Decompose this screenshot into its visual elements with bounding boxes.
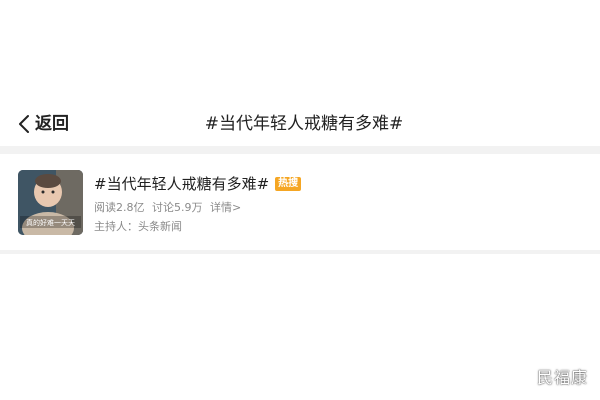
section-divider-bottom xyxy=(0,250,600,254)
topic-host: 主持人：头条新闻 xyxy=(94,219,182,234)
nav-bar: 返回 #当代年轻人戒糖有多难# xyxy=(0,100,600,146)
page-title: #当代年轻人戒糖有多难# xyxy=(204,114,404,134)
thumbnail-caption: 真的好难一天天 xyxy=(26,218,75,227)
host-name[interactable]: 头条新闻 xyxy=(138,220,182,233)
topic-stats: 阅读2.8亿 讨论5.9万 详情> xyxy=(94,200,245,215)
topic-thumbnail[interactable]: 真的好难一天天 xyxy=(18,170,83,235)
topic-title[interactable]: #当代年轻人戒糖有多难# xyxy=(94,174,269,194)
hot-badge: 热搜 xyxy=(275,177,302,191)
section-divider xyxy=(0,146,600,154)
topic-title-row: #当代年轻人戒糖有多难# 热搜 xyxy=(94,174,302,194)
host-label: 主持人： xyxy=(94,220,138,233)
watermark: 民福康 xyxy=(536,368,588,387)
details-link[interactable]: 详情> xyxy=(210,201,241,214)
discussion-count: 讨论5.9万 xyxy=(152,201,203,214)
topic-card[interactable]: 真的好难一天天 #当代年轻人戒糖有多难# 热搜 阅读2.8亿 讨论5.9万 详情… xyxy=(0,154,600,250)
read-count: 阅读2.8亿 xyxy=(94,201,145,214)
